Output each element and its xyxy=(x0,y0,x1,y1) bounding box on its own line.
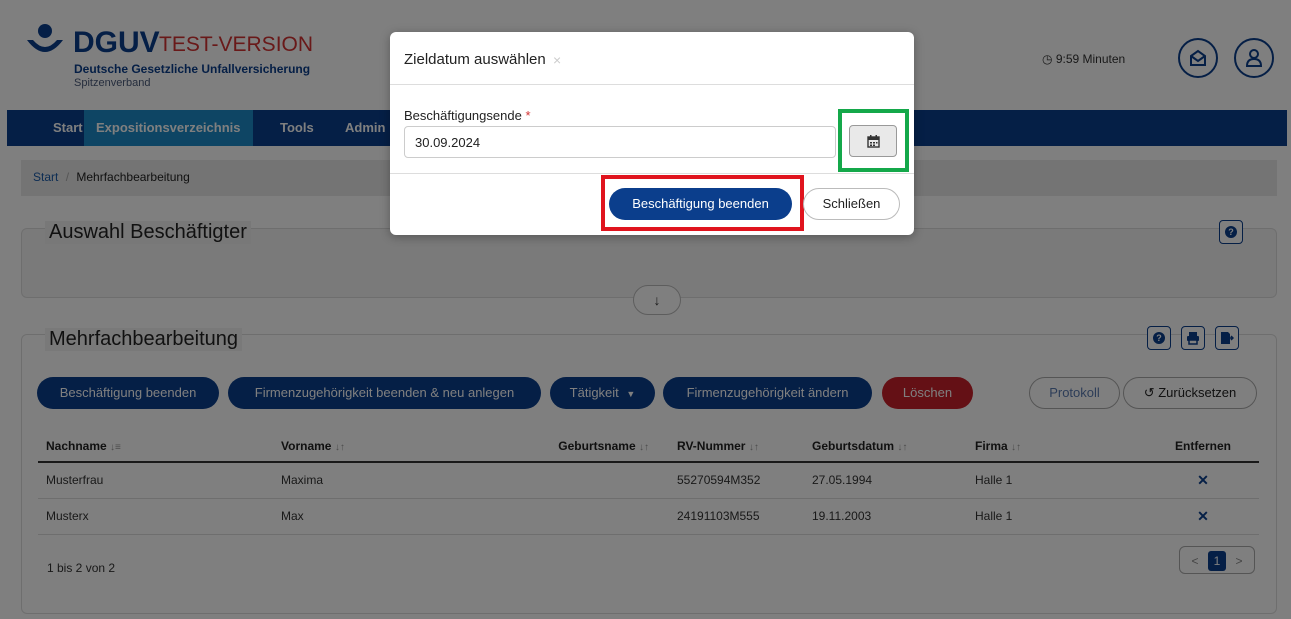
modal-title: Zieldatum auswählen xyxy=(404,51,546,68)
beschaeftigungsende-date-input[interactable] xyxy=(404,126,836,158)
modal-close-icon[interactable]: × xyxy=(553,52,561,68)
modal-footer-divider xyxy=(390,173,914,174)
calendar-icon xyxy=(867,135,880,148)
beschaeftigungsende-label-text: Beschäftigungsende xyxy=(404,108,522,123)
modal-schliessen-button[interactable]: Schließen xyxy=(803,188,900,220)
beschaeftigungsende-label: Beschäftigungsende * xyxy=(404,108,531,123)
modal-beschaeftigung-beenden-button[interactable]: Beschäftigung beenden xyxy=(609,188,792,220)
zieldatum-modal: Zieldatum auswählen × Beschäftigungsende… xyxy=(390,32,914,235)
required-marker: * xyxy=(525,108,531,123)
calendar-picker-button[interactable] xyxy=(849,125,897,157)
modal-divider xyxy=(390,84,914,85)
